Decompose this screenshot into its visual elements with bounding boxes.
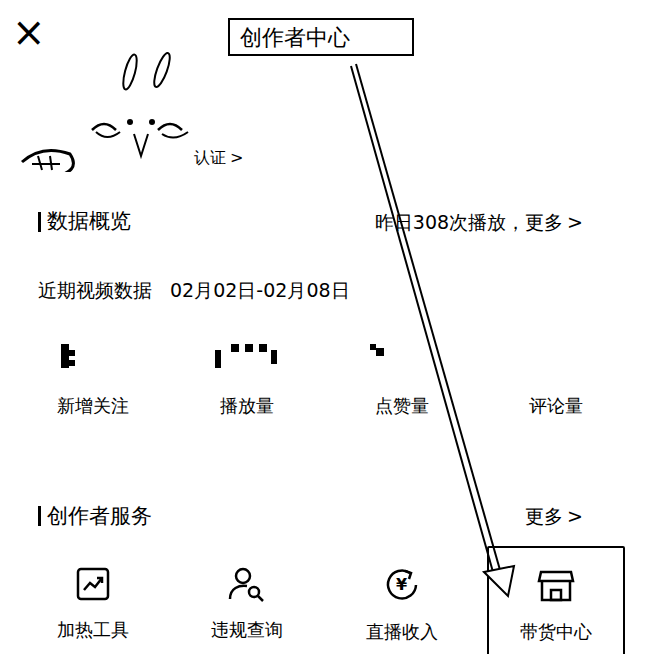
income-icon: ¥ xyxy=(383,566,421,604)
overview-more-link[interactable]: 昨日308次播放，更多> xyxy=(375,208,583,237)
close-button[interactable]: × xyxy=(12,12,46,52)
stat-label: 点赞量 xyxy=(375,392,429,419)
stat-label: 新增关注 xyxy=(57,392,129,419)
service-label: 带货中心 xyxy=(520,618,592,645)
overview-header: 数据概览 昨日308次播放，更多> xyxy=(38,206,583,238)
service-item[interactable]: ¥ 直播收入 xyxy=(325,558,479,654)
stat-item[interactable]: 评论量 xyxy=(479,344,633,419)
user-search-icon xyxy=(227,566,267,602)
services-header: 创作者服务 更多> xyxy=(0,501,649,533)
chart-icon xyxy=(75,566,111,602)
section-title: 数据概览 xyxy=(47,206,131,238)
stat-item[interactable]: 播放量 xyxy=(170,344,324,419)
avatar-icon xyxy=(12,52,192,172)
stat-item[interactable]: 点赞量 xyxy=(325,344,479,419)
overview-section: 数据概览 昨日308次播放，更多> 近期视频数据 02月02日-02月08日 xyxy=(0,178,649,306)
service-label: 违规查询 xyxy=(211,616,283,643)
stat-label: 评论量 xyxy=(529,392,583,419)
redacted-value xyxy=(215,344,279,370)
service-label: 加热工具 xyxy=(57,616,129,643)
section-bar xyxy=(38,212,41,232)
service-item[interactable]: 带货中心 xyxy=(487,546,625,654)
stats-grid: 新增关注 播放量 点赞量 评论量 xyxy=(0,344,649,419)
service-item[interactable]: 违规查询 xyxy=(170,558,324,654)
section-title: 创作者服务 xyxy=(47,501,152,533)
annotation-arrow-icon xyxy=(0,0,649,654)
profile-row: 认证> xyxy=(12,52,649,172)
annotation-label: 创作者中心 xyxy=(228,18,414,56)
recent-range: 02月02日-02月08日 xyxy=(170,276,350,305)
creator-center-page: × 认证> 数据概览 昨日308次播放，更多> 近期视频数据 02月02日-02月08日新… xyxy=(0,0,649,654)
service-label: 直播收入 xyxy=(366,618,438,645)
verify-link[interactable]: 认证> xyxy=(194,148,243,168)
redacted-value xyxy=(61,344,125,370)
services-grid: 加热工具 违规查询 ¥ 直播收入 带货中心 xyxy=(0,558,649,654)
service-item[interactable]: 加热工具 xyxy=(16,558,170,654)
redacted-value xyxy=(370,344,434,370)
shop-icon xyxy=(536,568,576,604)
stat-item[interactable]: 新增关注 xyxy=(16,344,170,419)
section-bar xyxy=(38,506,41,526)
services-more-link[interactable]: 更多> xyxy=(525,502,583,531)
recent-label: 近期视频数据 xyxy=(38,276,152,305)
stat-label: 播放量 xyxy=(220,392,274,419)
recent-row: 近期视频数据 02月02日-02月08日 xyxy=(38,276,583,306)
